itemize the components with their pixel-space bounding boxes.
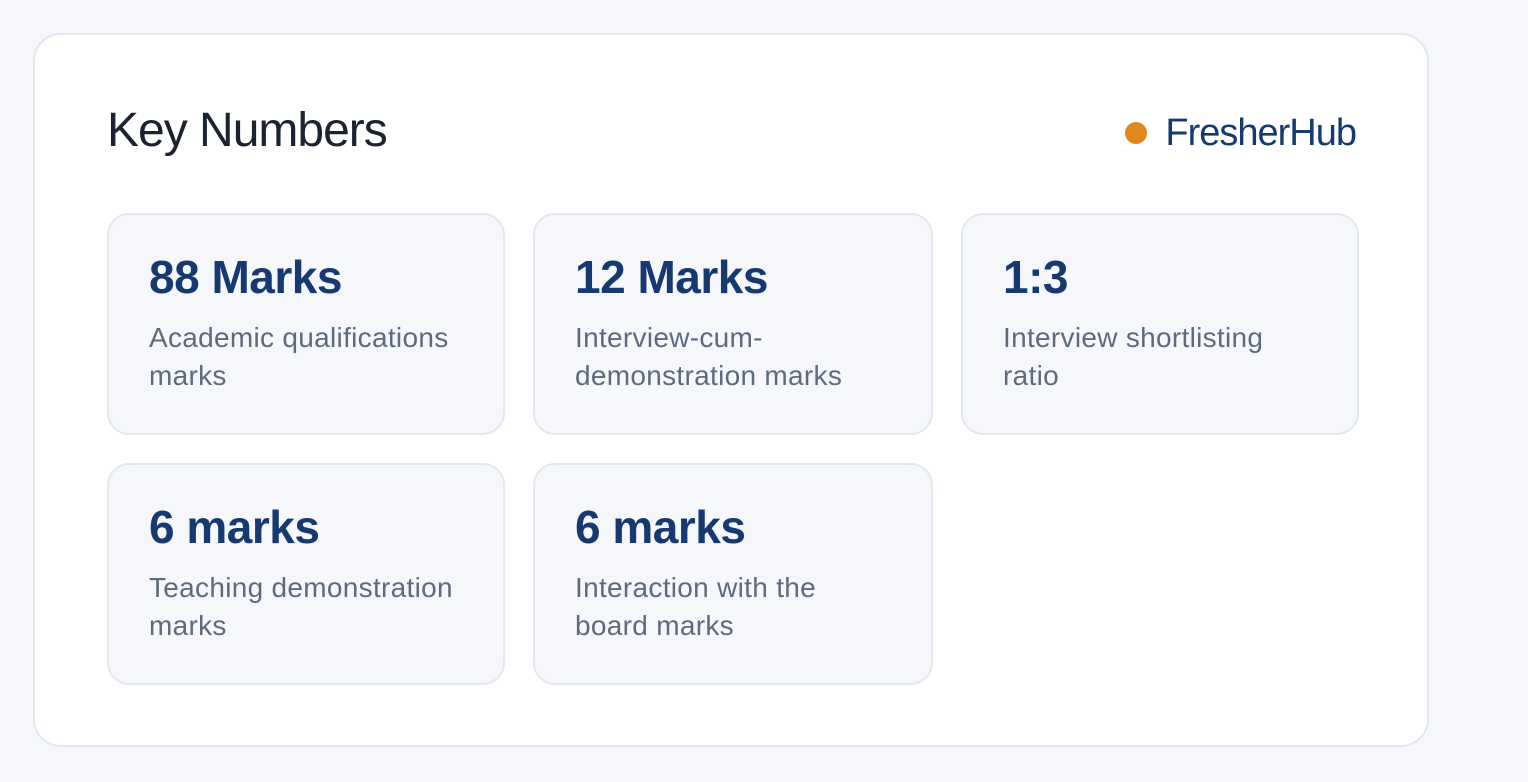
stat-tile-teaching: 6 marks Teaching demonstration marks (107, 463, 505, 685)
stat-value: 88 Marks (149, 251, 342, 303)
stat-value: 6 marks (149, 501, 320, 553)
brand-name: FresherHub (1165, 112, 1357, 154)
page-title: Key Numbers (107, 104, 388, 157)
brand: FresherHub (1125, 109, 1357, 157)
key-numbers-card: Key Numbers FresherHub 88 Marks Academic… (33, 33, 1429, 747)
stat-label: Interaction with the board marks (575, 572, 817, 641)
stat-tile-interview: 12 Marks Interview-cum-demonstration mar… (533, 213, 933, 435)
stat-tile-board: 6 marks Interaction with the board marks (533, 463, 933, 685)
stat-label: Teaching demonstration marks (149, 572, 453, 641)
stat-label: Interview-cum-demonstration marks (575, 322, 843, 391)
stat-tile-ratio: 1:3 Interview shortlisting ratio (961, 213, 1359, 435)
brand-dot-icon (1125, 122, 1148, 144)
stat-value: 1:3 (1003, 251, 1068, 303)
stat-label: Academic qualifications marks (149, 322, 449, 391)
stat-value: 6 marks (575, 501, 746, 553)
stat-tile-academic: 88 Marks Academic qualifications marks (107, 213, 505, 435)
stat-label: Interview shortlisting ratio (1003, 322, 1264, 391)
stat-value: 12 Marks (575, 251, 768, 303)
